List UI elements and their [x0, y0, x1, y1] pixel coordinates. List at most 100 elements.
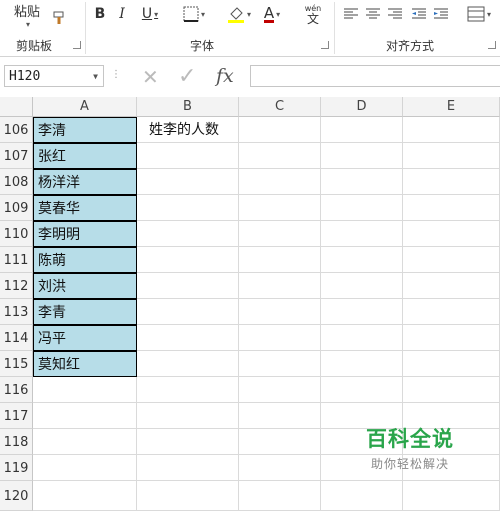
font-launcher-icon[interactable] [321, 41, 329, 49]
insert-function-icon[interactable]: fx [216, 65, 234, 87]
enter-icon[interactable]: ✓ [178, 64, 196, 89]
row-header[interactable]: 108 [0, 169, 33, 195]
cell-c111[interactable] [239, 247, 321, 273]
cell-a112[interactable]: 刘洪 [33, 273, 137, 299]
cell-b106[interactable]: 姓李的人数 [137, 117, 239, 143]
row-header[interactable]: 114 [0, 325, 33, 351]
cell-e108[interactable] [403, 169, 500, 195]
row-header[interactable]: 106 [0, 117, 33, 143]
column-header-e[interactable]: E [403, 97, 500, 117]
cell-c106[interactable] [239, 117, 321, 143]
cell-a116[interactable] [33, 377, 137, 403]
row-header[interactable]: 118 [0, 429, 33, 455]
cell-e109[interactable] [403, 195, 500, 221]
bold-button[interactable]: B [92, 4, 108, 24]
cell-d113[interactable] [321, 299, 403, 325]
cell-d111[interactable] [321, 247, 403, 273]
cell-b112[interactable] [137, 273, 239, 299]
row-header[interactable]: 115 [0, 351, 33, 377]
cell-d112[interactable] [321, 273, 403, 299]
name-box-dropdown-icon[interactable]: ▼ [93, 66, 98, 88]
alignment-launcher-icon[interactable] [488, 41, 496, 49]
cancel-icon[interactable]: ✕ [142, 65, 159, 89]
paste-button[interactable]: 粘贴 ▾ [10, 0, 44, 30]
cell-e111[interactable] [403, 247, 500, 273]
cell-b116[interactable] [137, 377, 239, 403]
align-left-button[interactable] [342, 4, 360, 24]
cell-c119[interactable] [239, 455, 321, 481]
cell-c112[interactable] [239, 273, 321, 299]
underline-button[interactable]: U ▾ [136, 4, 164, 24]
row-header[interactable]: 107 [0, 143, 33, 169]
cell-b110[interactable] [137, 221, 239, 247]
cell-a114[interactable]: 冯平 [33, 325, 137, 351]
cell-e107[interactable] [403, 143, 500, 169]
cell-a111[interactable]: 陈萌 [33, 247, 137, 273]
cell-d107[interactable] [321, 143, 403, 169]
cell-b107[interactable] [137, 143, 239, 169]
cell-b111[interactable] [137, 247, 239, 273]
cell-d109[interactable] [321, 195, 403, 221]
cell-a119[interactable] [33, 455, 137, 481]
row-header[interactable]: 117 [0, 403, 33, 429]
cell-b109[interactable] [137, 195, 239, 221]
row-header[interactable]: 113 [0, 299, 33, 325]
cell-c110[interactable] [239, 221, 321, 247]
cell-a106[interactable]: 李清 [33, 117, 137, 143]
column-header-d[interactable]: D [321, 97, 403, 117]
cell-e114[interactable] [403, 325, 500, 351]
formula-input[interactable] [250, 65, 500, 87]
decrease-indent-button[interactable] [410, 4, 428, 24]
cell-d116[interactable] [321, 377, 403, 403]
cell-c109[interactable] [239, 195, 321, 221]
italic-button[interactable]: I [114, 4, 130, 24]
increase-indent-button[interactable] [432, 4, 450, 24]
row-header[interactable]: 119 [0, 455, 33, 481]
cell-b108[interactable] [137, 169, 239, 195]
row-header[interactable]: 112 [0, 273, 33, 299]
cell-b117[interactable] [137, 403, 239, 429]
cell-d108[interactable] [321, 169, 403, 195]
cell-c115[interactable] [239, 351, 321, 377]
cell-d114[interactable] [321, 325, 403, 351]
row-header[interactable]: 110 [0, 221, 33, 247]
cell-a110[interactable]: 李明明 [33, 221, 137, 247]
cell-e116[interactable] [403, 377, 500, 403]
cell-c120[interactable] [239, 481, 321, 511]
cell-c108[interactable] [239, 169, 321, 195]
cell-e113[interactable] [403, 299, 500, 325]
column-header-b[interactable]: B [137, 97, 239, 117]
format-painter-button[interactable] [50, 8, 70, 28]
cell-a115[interactable]: 莫知红 [33, 351, 137, 377]
clipboard-launcher-icon[interactable] [73, 41, 81, 49]
name-box[interactable]: H120 ▼ [4, 65, 104, 87]
select-all-corner[interactable] [0, 97, 33, 117]
cell-b120[interactable] [137, 481, 239, 511]
cell-a109[interactable]: 莫春华 [33, 195, 137, 221]
column-header-c[interactable]: C [239, 97, 321, 117]
cell-c116[interactable] [239, 377, 321, 403]
cell-b114[interactable] [137, 325, 239, 351]
cell-e115[interactable] [403, 351, 500, 377]
cell-e106[interactable] [403, 117, 500, 143]
cell-a108[interactable]: 杨洋洋 [33, 169, 137, 195]
cell-a113[interactable]: 李青 [33, 299, 137, 325]
cell-a107[interactable]: 张红 [33, 143, 137, 169]
cell-c117[interactable] [239, 403, 321, 429]
cell-b113[interactable] [137, 299, 239, 325]
cell-e120[interactable] [403, 481, 500, 511]
cell-e112[interactable] [403, 273, 500, 299]
align-center-button[interactable] [364, 4, 382, 24]
row-header[interactable]: 120 [0, 481, 33, 511]
cell-d110[interactable] [321, 221, 403, 247]
cell-b115[interactable] [137, 351, 239, 377]
row-header[interactable]: 109 [0, 195, 33, 221]
cell-b119[interactable] [137, 455, 239, 481]
cell-d106[interactable] [321, 117, 403, 143]
cell-c107[interactable] [239, 143, 321, 169]
cell-b118[interactable] [137, 429, 239, 455]
cell-d115[interactable] [321, 351, 403, 377]
cell-a120[interactable] [33, 481, 137, 511]
cell-c114[interactable] [239, 325, 321, 351]
cell-e110[interactable] [403, 221, 500, 247]
